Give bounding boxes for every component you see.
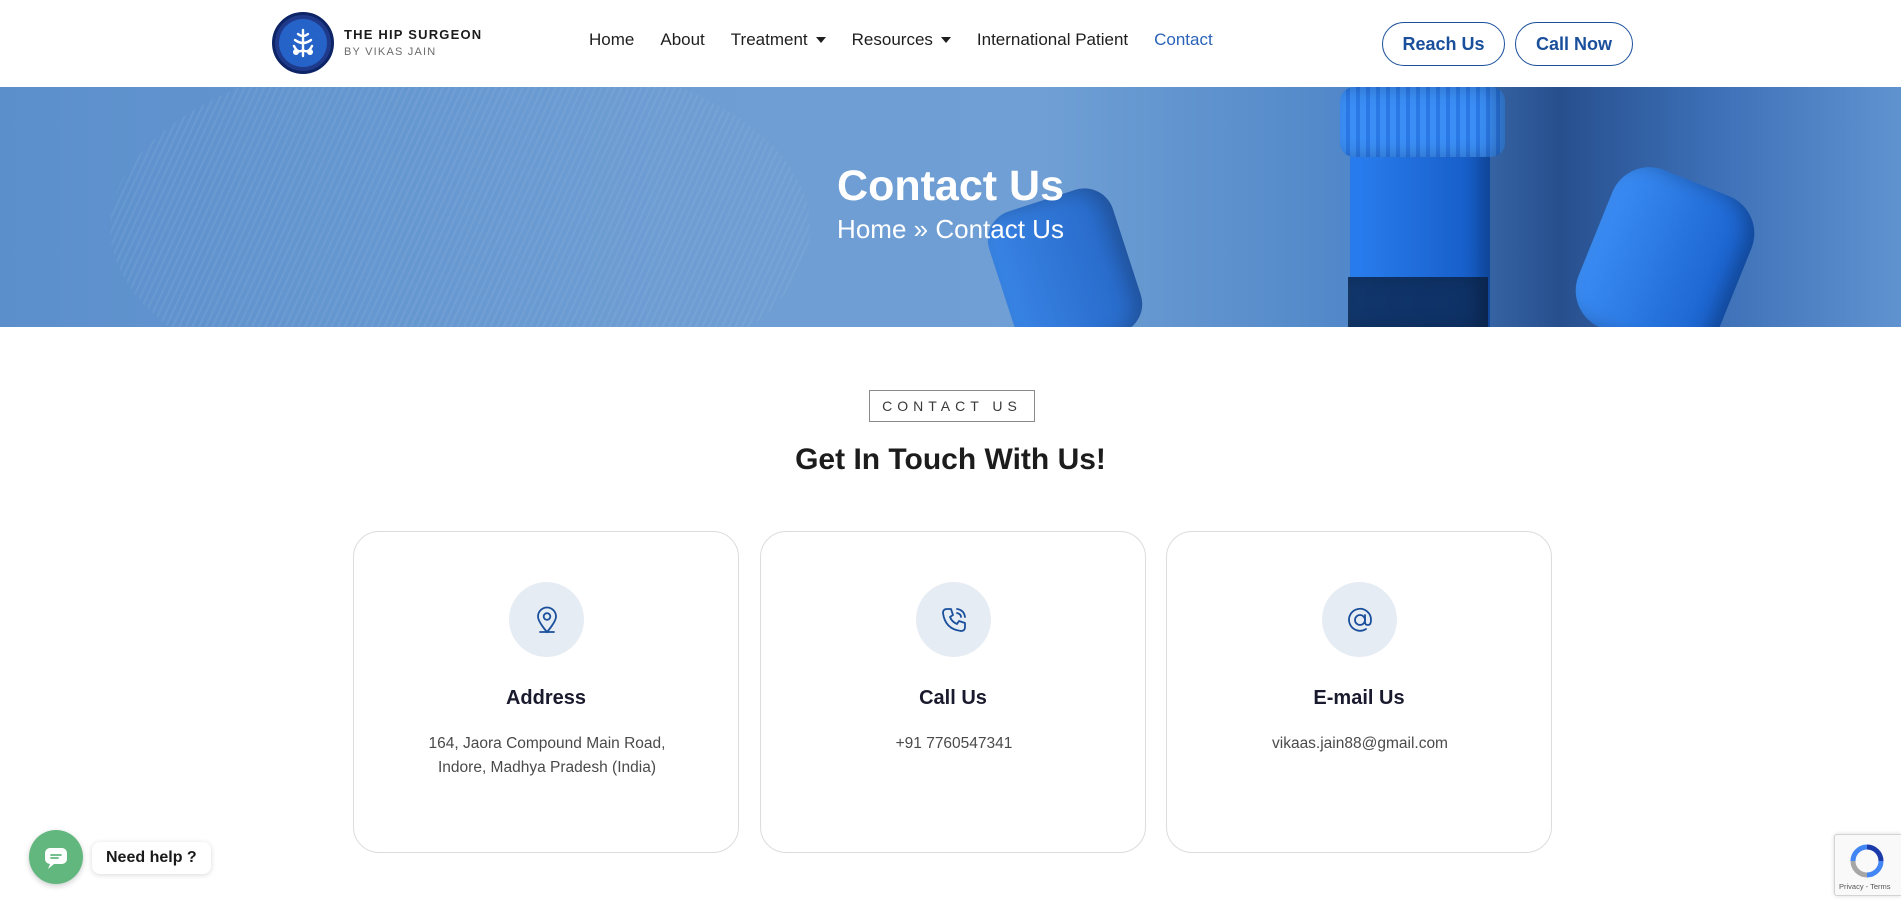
email-card-title: E-mail Us <box>1313 687 1405 709</box>
call-now-button[interactable]: Call Now <box>1515 22 1633 66</box>
nav-item-resources-label: Resources <box>851 30 933 49</box>
chat-bubble-icon <box>45 848 67 869</box>
section-title: Get In Touch With Us! <box>795 443 1106 476</box>
chat-help-label[interactable]: Need help ? <box>92 842 211 874</box>
brand-title: THE HIP SURGEON <box>344 27 483 42</box>
phone-number-link[interactable]: +91 7760547341 <box>831 732 1077 756</box>
address-card-title: Address <box>505 687 587 709</box>
logo-emblem-icon <box>272 12 334 74</box>
breadcrumb: Home » Contact Us <box>0 214 1901 245</box>
phone-icon <box>916 582 991 657</box>
caret-down-icon <box>940 37 951 43</box>
section-eyebrow-badge: CONTACT US <box>869 390 1035 422</box>
site-header: THE HIP SURGEON BY VIKAS JAIN Home About… <box>0 0 1901 87</box>
email-address-link[interactable]: vikaas.jain88@gmail.com <box>1237 732 1483 756</box>
address-card: Address 164, Jaora Compound Main Road, I… <box>353 531 739 853</box>
nav-item-treatment[interactable]: Treatment <box>731 30 826 50</box>
site-logo[interactable]: THE HIP SURGEON BY VIKAS JAIN <box>272 12 482 74</box>
email-card: E-mail Us vikaas.jain88@gmail.com <box>1166 531 1552 853</box>
call-card-title: Call Us <box>919 687 987 709</box>
recaptcha-badge[interactable]: Privacy - Terms <box>1834 834 1901 896</box>
page-title: Contact Us <box>837 162 1064 210</box>
nav-item-about[interactable]: About <box>660 30 704 50</box>
breadcrumb-current: Contact Us <box>935 214 1064 244</box>
location-pin-icon <box>509 582 584 657</box>
at-sign-icon <box>1322 582 1397 657</box>
caret-down-icon <box>815 37 826 43</box>
hero-vial-liquid-image <box>1348 277 1488 327</box>
brand-subtitle: BY VIKAS JAIN <box>344 46 437 58</box>
recaptcha-terms[interactable]: Privacy - Terms <box>1839 882 1891 891</box>
breadcrumb-home-link[interactable]: Home <box>837 214 906 244</box>
address-text: 164, Jaora Compound Main Road, Indore, M… <box>428 735 666 776</box>
nav-item-international-patient[interactable]: International Patient <box>977 30 1128 50</box>
nav-item-resources[interactable]: Resources <box>852 30 951 50</box>
nav-item-treatment-label: Treatment <box>730 30 808 49</box>
breadcrumb-separator: » <box>913 214 929 244</box>
call-card: Call Us +91 7760547341 <box>760 531 1146 853</box>
reach-us-button[interactable]: Reach Us <box>1382 22 1505 66</box>
nav-item-home[interactable]: Home <box>589 30 634 50</box>
hero-vial-cap-image <box>1340 87 1505 157</box>
chat-widget-button[interactable] <box>29 830 83 884</box>
recaptcha-icon <box>1850 844 1884 878</box>
nav-item-contact[interactable]: Contact <box>1154 30 1213 50</box>
hero-banner: Contact Us Home » Contact Us <box>0 87 1901 327</box>
main-nav: Home About Treatment Resources Internati… <box>589 30 1239 50</box>
